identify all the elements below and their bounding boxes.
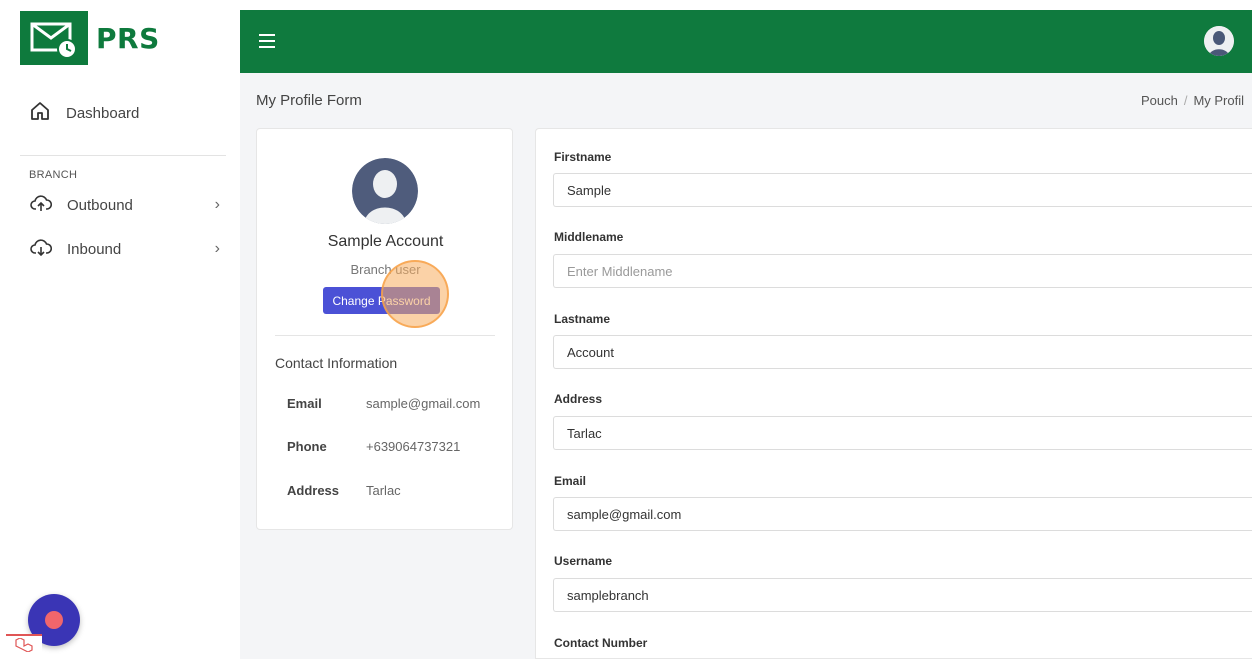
card-divider [275, 335, 495, 336]
sidebar-item-dashboard[interactable]: Dashboard [30, 99, 220, 127]
sidebar-item-label: Outbound [67, 196, 133, 214]
user-avatar[interactable] [1204, 26, 1234, 56]
contact-label: Phone [287, 439, 327, 454]
sidebar-section-label: BRANCH [29, 169, 78, 181]
home-icon [30, 101, 50, 126]
chevron-right-icon: › [214, 196, 220, 213]
top-navbar [240, 10, 1252, 73]
profile-name: Sample Account [327, 233, 444, 250]
middlename-input[interactable] [553, 254, 1252, 288]
laravel-debug-tab[interactable] [6, 634, 42, 659]
profile-form-card: Firstname Middlename Lastname Address Em… [535, 128, 1252, 659]
contact-number-label: Contact Number [554, 636, 648, 650]
breadcrumb: Pouch / My Profil [1140, 93, 1244, 108]
page-title: My Profile Form [256, 92, 362, 109]
brand-name: PRS [96, 21, 160, 55]
profile-avatar [352, 158, 418, 224]
chevron-right-icon: › [214, 240, 220, 257]
laravel-logo-icon [15, 637, 33, 657]
contact-label: Address [287, 483, 340, 498]
contact-value: +639064737321 [366, 439, 461, 454]
user-silhouette-icon [352, 158, 418, 224]
sidebar-item-label: Inbound [67, 240, 122, 258]
username-input[interactable] [553, 578, 1252, 612]
lastname-label: Lastname [554, 312, 611, 326]
contact-label: Email [287, 396, 322, 411]
hamburger-menu-icon[interactable] [259, 34, 275, 48]
address-input[interactable] [553, 416, 1252, 450]
address-label: Address [554, 392, 603, 406]
sidebar-divider [20, 155, 226, 156]
brand-logo[interactable]: PRS [20, 11, 220, 65]
email-label: Email [554, 474, 587, 488]
firstname-input[interactable] [553, 173, 1252, 207]
contact-value: sample@gmail.com [366, 396, 481, 411]
sidebar-item-outbound[interactable]: Outbound › [30, 192, 220, 218]
contact-value: Tarlac [366, 483, 401, 498]
firstname-label: Firstname [554, 150, 612, 164]
lastname-input[interactable] [553, 335, 1252, 369]
cloud-upload-icon [30, 194, 53, 217]
record-dot-icon [45, 611, 63, 629]
change-password-button[interactable]: Change Password [323, 287, 440, 314]
profile-card: Sample Account Branch user Change Passwo… [256, 128, 513, 530]
profile-role: Branch user [350, 262, 421, 277]
email-input[interactable] [553, 497, 1252, 531]
contact-information-title: Contact Information [275, 355, 398, 371]
breadcrumb-item[interactable]: Pouch [1141, 93, 1178, 108]
user-silhouette-icon [1204, 26, 1234, 56]
sidebar-item-label: Dashboard [66, 104, 140, 122]
cloud-download-icon [30, 238, 53, 261]
sidebar-item-inbound[interactable]: Inbound › [30, 236, 220, 262]
username-label: Username [554, 554, 613, 568]
envelope-clock-logo-icon [20, 11, 88, 65]
middlename-label: Middlename [554, 230, 624, 244]
breadcrumb-item-current: My Profil [1193, 93, 1244, 108]
sidebar: PRS Dashboard BRANCH Outbound › Inbound … [0, 0, 240, 659]
